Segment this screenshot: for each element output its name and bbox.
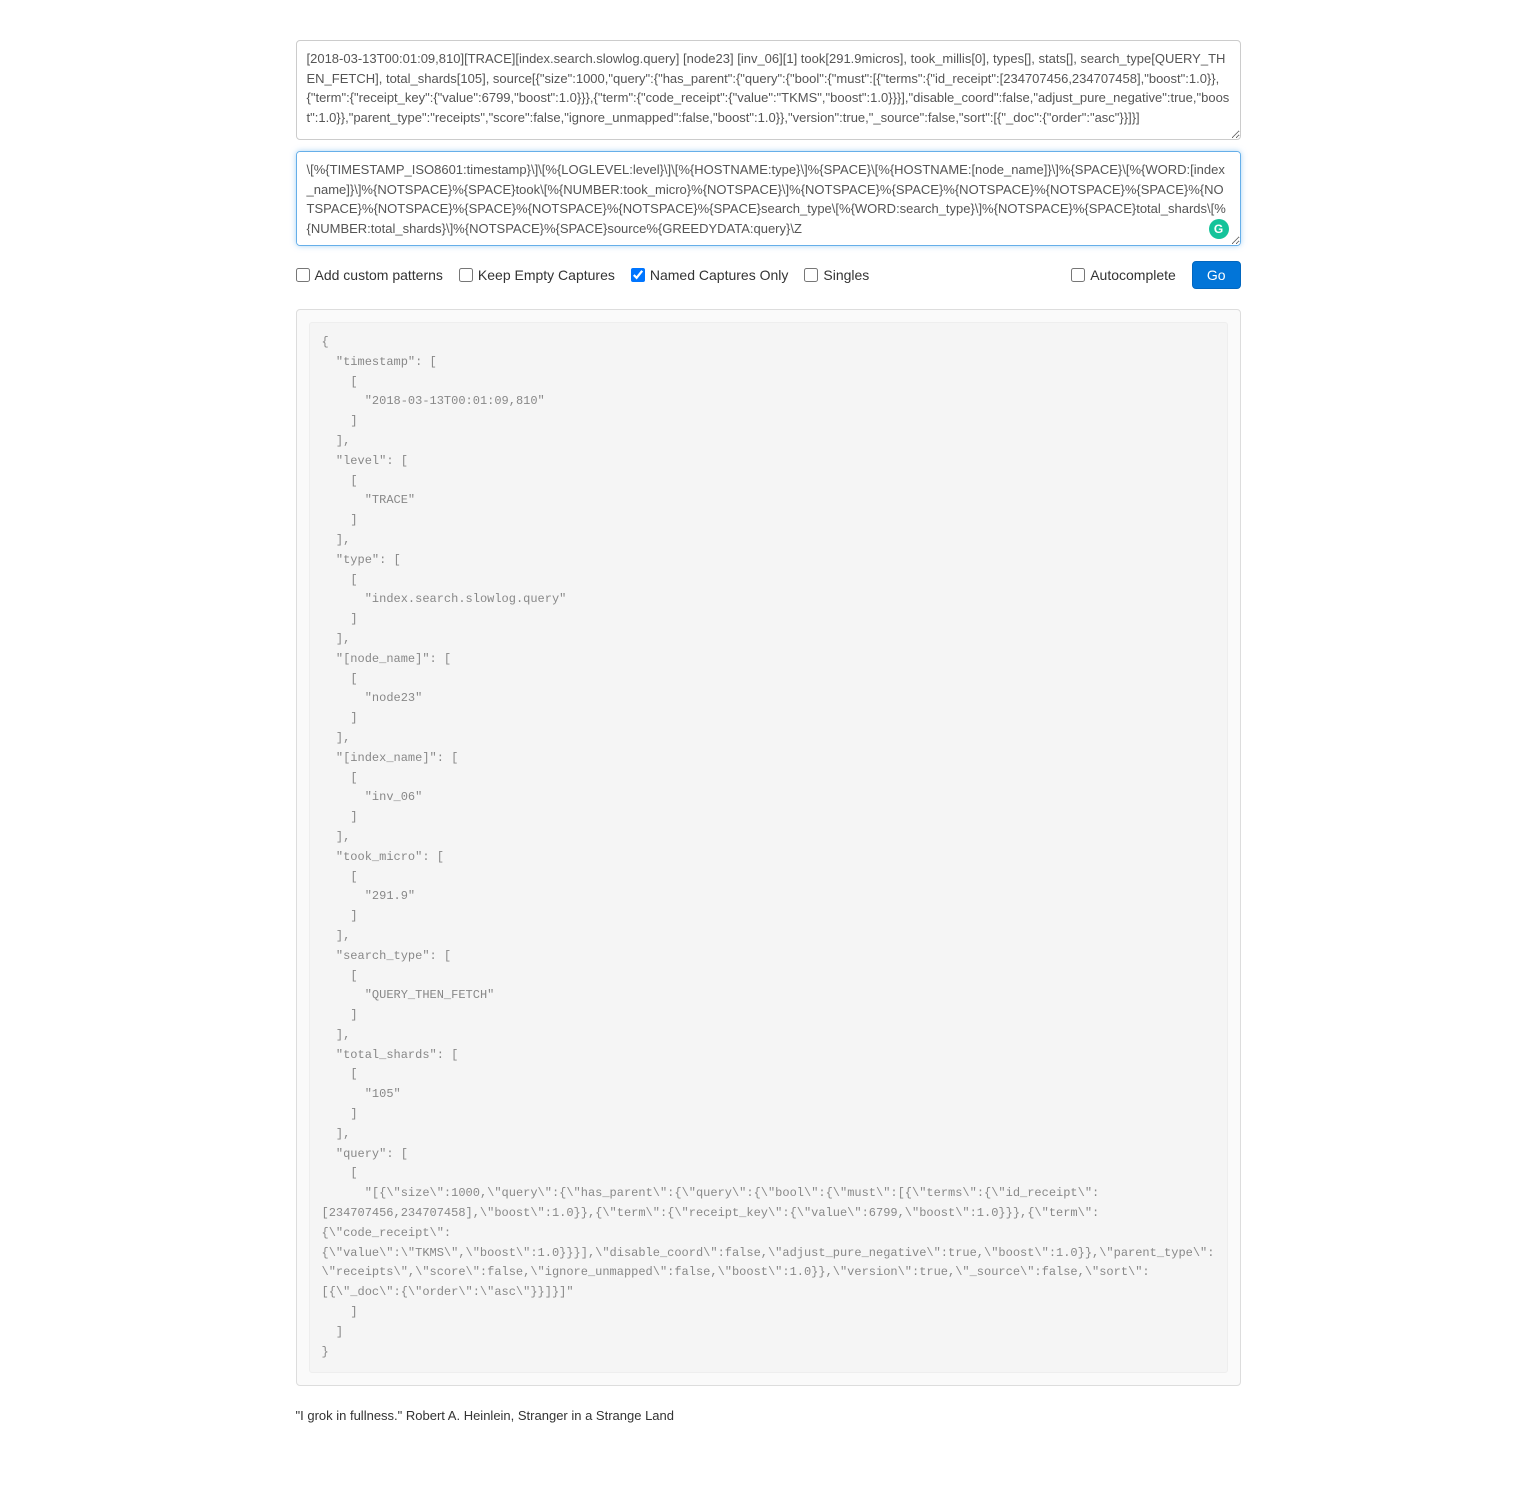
named-captures-only-label: Named Captures Only bbox=[650, 267, 789, 283]
log-sample-input[interactable] bbox=[296, 40, 1241, 140]
keep-empty-captures-label: Keep Empty Captures bbox=[478, 267, 615, 283]
add-custom-patterns-checkbox[interactable] bbox=[296, 268, 310, 282]
grok-pattern-input[interactable] bbox=[296, 151, 1241, 246]
singles-label: Singles bbox=[823, 267, 869, 283]
output-json: { "timestamp": [ [ "2018-03-13T00:01:09,… bbox=[309, 322, 1228, 1373]
named-captures-only-checkbox[interactable] bbox=[631, 268, 645, 282]
autocomplete-checkbox[interactable] bbox=[1071, 268, 1085, 282]
keep-empty-captures-checkbox[interactable] bbox=[459, 268, 473, 282]
add-custom-patterns-label: Add custom patterns bbox=[315, 267, 443, 283]
add-custom-patterns-option[interactable]: Add custom patterns bbox=[296, 267, 443, 283]
autocomplete-option[interactable]: Autocomplete bbox=[1071, 267, 1176, 283]
go-button[interactable]: Go bbox=[1192, 261, 1241, 289]
output-panel: { "timestamp": [ [ "2018-03-13T00:01:09,… bbox=[296, 309, 1241, 1386]
keep-empty-captures-option[interactable]: Keep Empty Captures bbox=[459, 267, 615, 283]
singles-checkbox[interactable] bbox=[804, 268, 818, 282]
named-captures-only-option[interactable]: Named Captures Only bbox=[631, 267, 789, 283]
footer-quote: "I grok in fullness." Robert A. Heinlein… bbox=[296, 1408, 1241, 1423]
autocomplete-label: Autocomplete bbox=[1090, 267, 1176, 283]
options-row: Add custom patterns Keep Empty Captures … bbox=[296, 261, 1241, 289]
singles-option[interactable]: Singles bbox=[804, 267, 869, 283]
